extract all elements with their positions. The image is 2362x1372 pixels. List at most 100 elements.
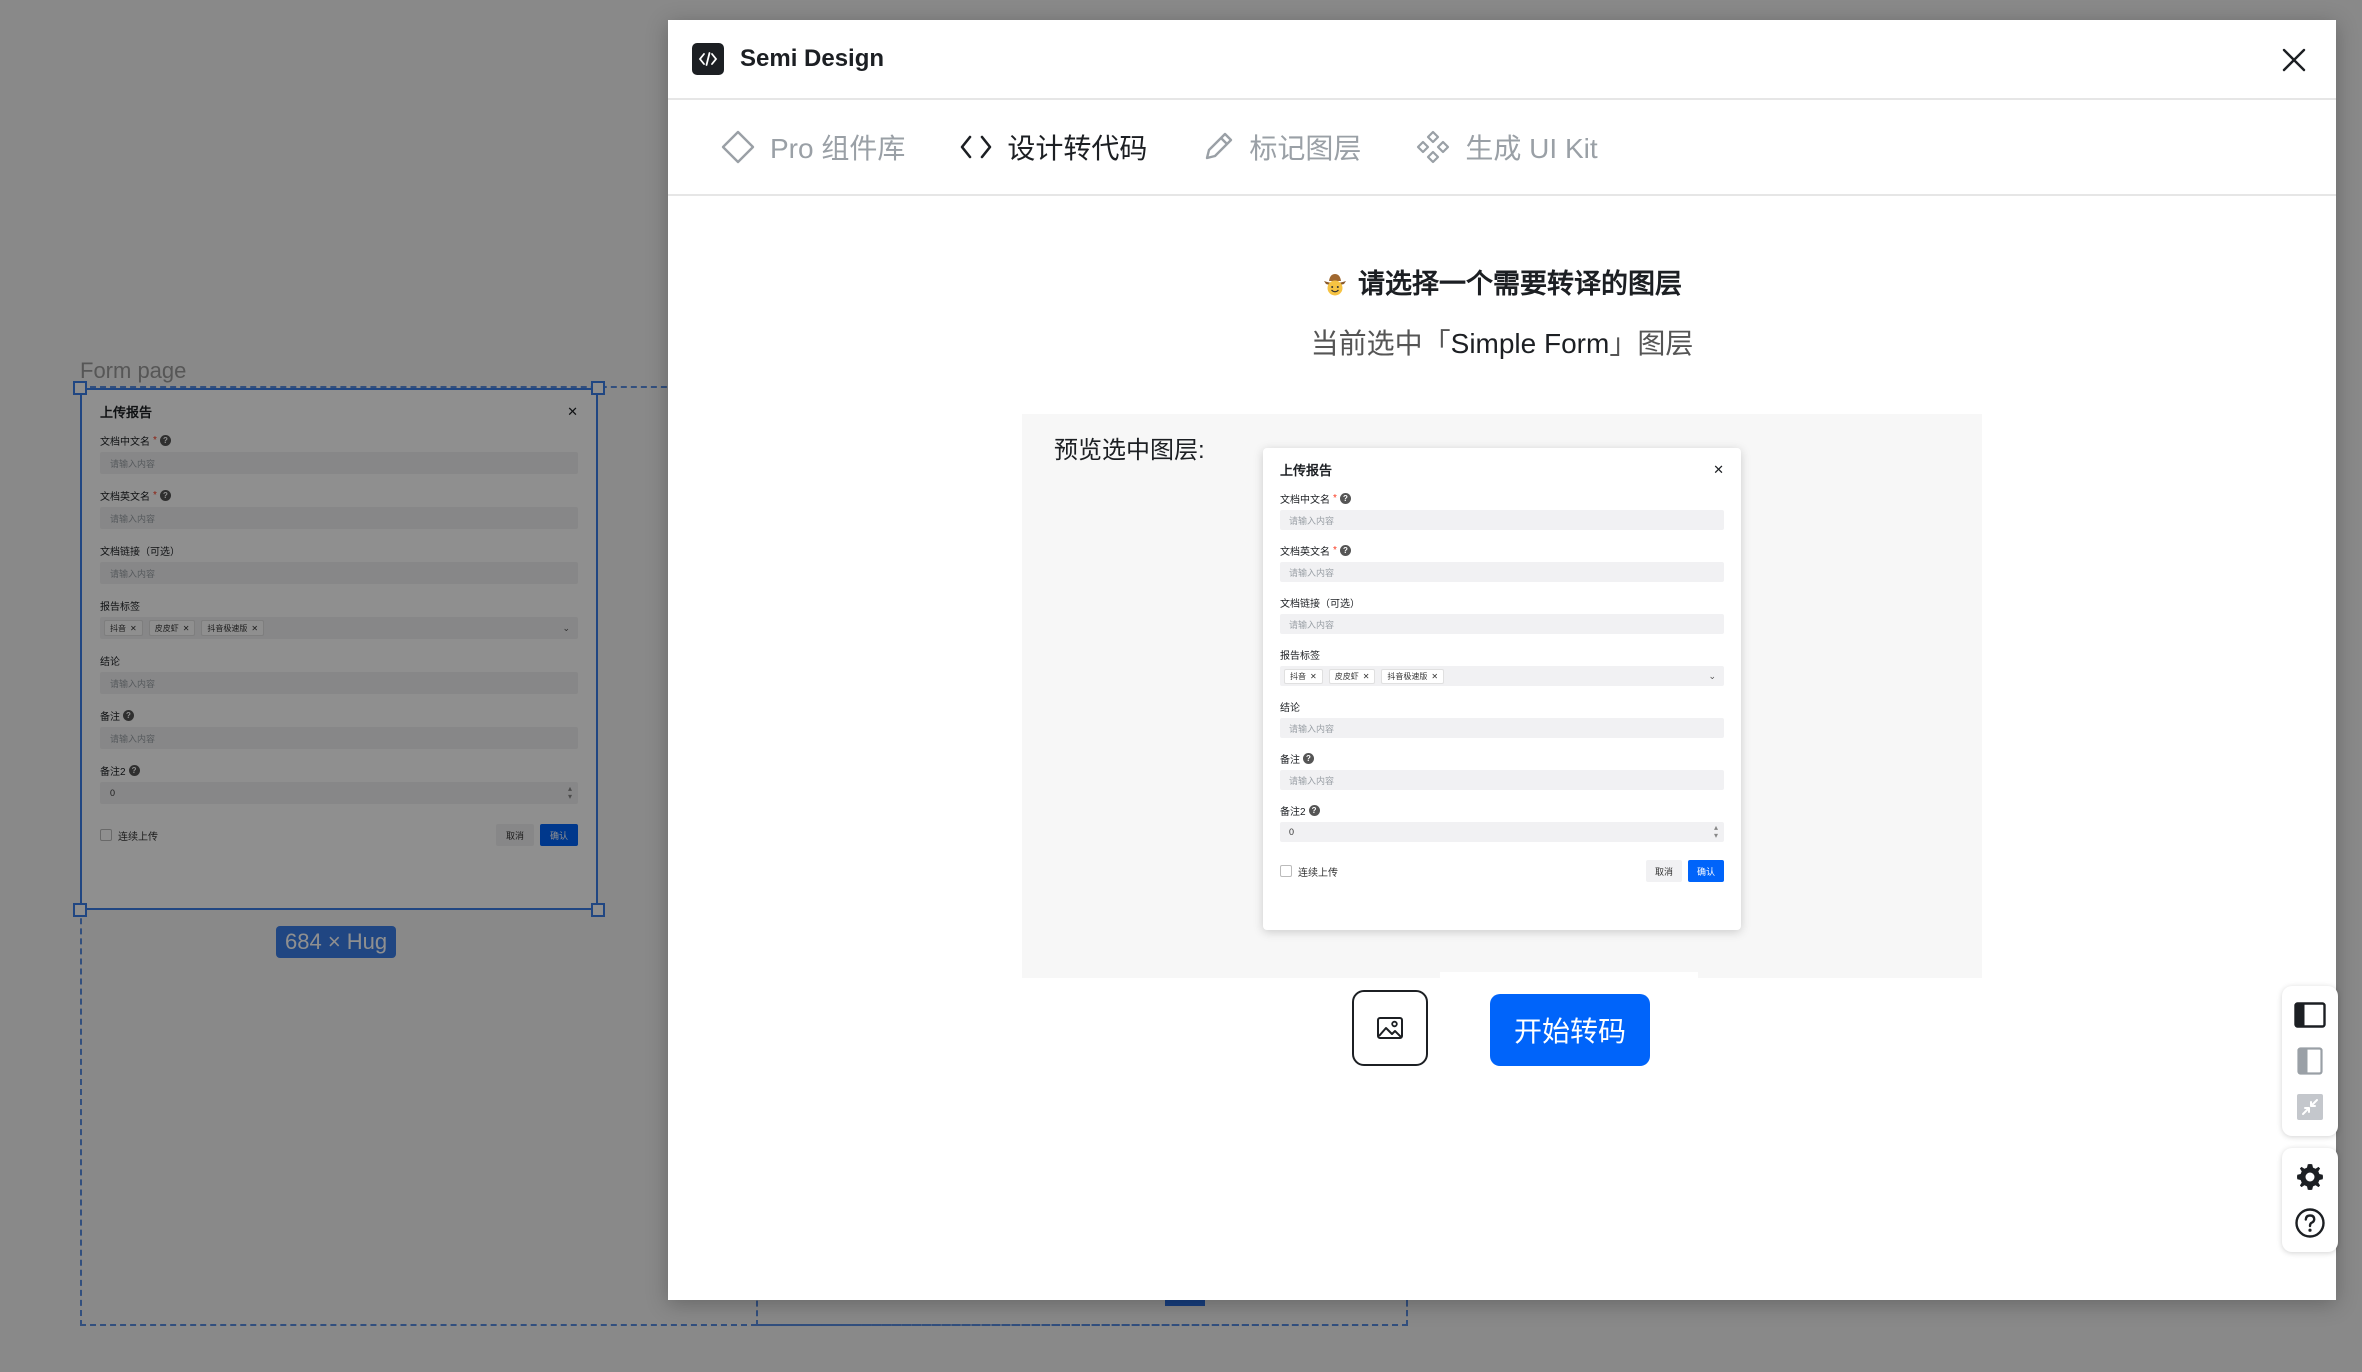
code-icon xyxy=(961,135,992,159)
tag-text: 皮皮虾 xyxy=(1334,671,1359,681)
form-field-label: 报告标签 xyxy=(1280,647,1724,662)
app-title: Semi Design xyxy=(740,45,885,72)
number-value: 0 xyxy=(1289,827,1295,837)
form-confirm-button: 确认 xyxy=(1688,860,1724,882)
tab-design-to-code[interactable]: 设计转代码 xyxy=(959,127,1147,167)
form-field: 备注2? 0 ▴ ▾ xyxy=(1280,803,1724,842)
image-icon xyxy=(1377,1017,1403,1039)
settings-button[interactable] xyxy=(2288,1154,2332,1200)
field-label-text: 文档英文名 xyxy=(1280,547,1330,558)
panel-left-button[interactable] xyxy=(2288,992,2332,1038)
tag-close-icon: ✕ xyxy=(1310,671,1317,681)
number-input: 0 ▴ ▾ xyxy=(1280,822,1724,842)
layout-toggle-group xyxy=(2282,986,2338,1136)
panel-half-button[interactable] xyxy=(2288,1038,2332,1084)
shrink-icon xyxy=(2297,1094,2323,1120)
tag-close-icon: ✕ xyxy=(1431,671,1439,681)
form-field: 文档中文名 *? 请输入内容 xyxy=(1280,491,1724,530)
tab-generate-ui-kit[interactable]: 生成 UI Kit xyxy=(1415,127,1598,167)
subtitle-suffix: 」图层 xyxy=(1609,328,1694,359)
close-icon xyxy=(2282,48,2306,72)
shrink-button[interactable] xyxy=(2288,1084,2332,1130)
instruction-heading: 请选择一个需要转译的图层 xyxy=(668,262,2336,301)
preview-label: 预览选中图层: xyxy=(1054,437,1205,464)
form-field-label: 备注? xyxy=(1280,751,1724,766)
form-title: 上传报告 xyxy=(1280,463,1333,478)
tab-label: 设计转代码 xyxy=(1007,133,1148,164)
text-input: 请输入内容 xyxy=(1280,770,1724,790)
form-buttons: 取消 确认 xyxy=(1646,860,1724,882)
required-mark: * xyxy=(1333,493,1337,504)
form-field-label: 文档英文名 *? xyxy=(1280,543,1724,558)
continuous-upload-checkbox: 连续上传 xyxy=(1280,864,1338,879)
field-label-text: 文档链接（可选） xyxy=(1280,599,1360,610)
field-label-text: 文档中文名 xyxy=(1280,495,1330,506)
input-placeholder: 请输入内容 xyxy=(1289,515,1335,526)
text-input: 请输入内容 xyxy=(1280,718,1724,738)
tab-pro-components[interactable]: Pro 组件库 xyxy=(720,127,905,167)
tab-bar: Pro 组件库 设计转代码 标记图层 生成 UI Kit xyxy=(668,100,2336,196)
text-input: 请输入内容 xyxy=(1280,614,1724,634)
settings-group xyxy=(2282,1148,2338,1252)
tag-text: 抖音 xyxy=(1290,671,1306,681)
tab-label: Pro 组件库 xyxy=(770,133,906,164)
text-input: 请输入内容 xyxy=(1280,562,1724,582)
required-mark: * xyxy=(1333,545,1337,556)
input-placeholder: 请输入内容 xyxy=(1289,723,1335,734)
sidebar-half-icon xyxy=(2297,1047,2323,1075)
form-field: 文档英文名 *? 请输入内容 xyxy=(1280,543,1724,582)
pencil-icon xyxy=(1206,132,1233,160)
selected-layer-name: Simple Form xyxy=(1450,328,1610,359)
help-icon: ? xyxy=(1303,753,1314,764)
form-header: 上传报告 ✕ xyxy=(1280,460,1724,479)
stepper-icon: ▴ ▾ xyxy=(1713,823,1718,840)
field-label-text: 报告标签 xyxy=(1280,651,1320,662)
subtitle-prefix: 当前选中「 xyxy=(1310,328,1451,359)
heading-text: 请选择一个需要转译的图层 xyxy=(1358,269,1682,299)
input-placeholder: 请输入内容 xyxy=(1289,619,1335,630)
sidebar-left-icon xyxy=(2294,1002,2326,1028)
cowboy-emoji-icon xyxy=(1324,274,1346,296)
tag-chip: 皮皮虾 ✕ xyxy=(1328,668,1376,684)
tag-chip: 抖音极速版 ✕ xyxy=(1381,668,1445,684)
tag-select: 抖音 ✕ 皮皮虾 ✕ 抖音极速版 ✕ ⌄ xyxy=(1280,666,1724,686)
form-footer: 连续上传 取消 确认 xyxy=(1280,860,1724,882)
diamond-icon xyxy=(721,130,755,164)
form-close-icon: ✕ xyxy=(1713,461,1724,477)
code-logo-icon xyxy=(692,43,724,75)
field-label-text: 备注2 xyxy=(1280,807,1306,818)
field-label-text: 备注 xyxy=(1280,755,1300,766)
form-field-label: 文档链接（可选） xyxy=(1280,595,1724,610)
checkbox-label: 连续上传 xyxy=(1298,867,1338,879)
help-icon: ? xyxy=(1308,805,1320,816)
help-icon: ? xyxy=(1339,493,1351,504)
chevron-down-icon: ⌄ xyxy=(1708,670,1716,681)
tag-close-icon: ✕ xyxy=(1362,671,1370,681)
input-placeholder: 请输入内容 xyxy=(1289,567,1335,578)
export-image-button[interactable] xyxy=(1352,990,1428,1066)
start-transcode-button[interactable]: 开始转码 xyxy=(1490,994,1650,1066)
form-field: 文档链接（可选） 请输入内容 xyxy=(1280,595,1724,634)
tag-text: 抖音极速版 xyxy=(1387,671,1428,681)
help-icon: ? xyxy=(1339,545,1351,556)
text-input: 请输入内容 xyxy=(1280,510,1724,530)
help-button[interactable] xyxy=(2288,1200,2332,1246)
tab-label: 标记图层 xyxy=(1249,133,1362,164)
form-field-label: 备注2? xyxy=(1280,803,1724,818)
tab-label: 生成 UI Kit xyxy=(1465,133,1598,164)
help-icon xyxy=(2295,1208,2325,1238)
close-button[interactable] xyxy=(2272,38,2316,82)
selected-layer-subtitle: 当前选中「Simple Form」图层 xyxy=(668,322,2336,362)
form-field: 报告标签 抖音 ✕ 皮皮虾 ✕ 抖音极速版 ✕ ⌄ xyxy=(1280,647,1724,686)
tab-mark-layers[interactable]: 标记图层 xyxy=(1201,127,1361,167)
checkbox-box xyxy=(1280,865,1292,877)
form-cancel-button: 取消 xyxy=(1646,860,1682,882)
preview-form: 上传报告 ✕ 文档中文名 *? 请输入内容 文档英文名 *? 请输入内容 文档链接（可选） 请输入… xyxy=(1263,448,1741,930)
components-icon xyxy=(1417,130,1450,164)
form-field-label: 文档中文名 *? xyxy=(1280,491,1724,506)
panel-header: Semi Design xyxy=(668,20,2336,100)
gear-icon xyxy=(2297,1164,2323,1190)
side-toolbar xyxy=(2282,986,2338,1252)
input-placeholder: 请输入内容 xyxy=(1289,775,1335,786)
form-field-label: 结论 xyxy=(1280,699,1724,714)
